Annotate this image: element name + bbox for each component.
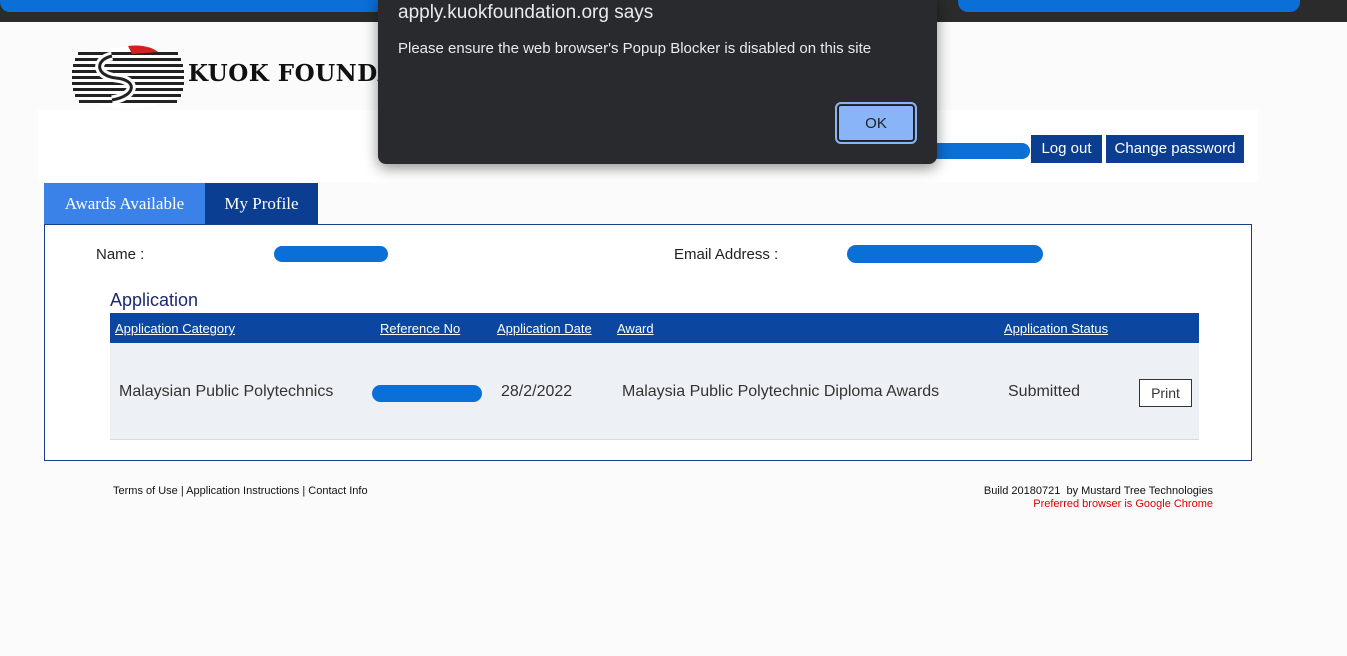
footer-links: Terms of Use | Application Instructions … [113,485,368,497]
redacted-reference-no [372,385,482,402]
alert-dialog: apply.kuokfoundation.org says Please ens… [378,0,937,164]
column-header-application-category[interactable]: Application Category [115,321,235,336]
logo-emblem-icon [72,45,184,109]
dialog-ok-button[interactable]: OK [835,102,917,144]
application-instructions-link[interactable]: Application Instructions [186,485,299,497]
column-header-application-date[interactable]: Application Date [497,321,592,336]
change-password-button[interactable]: Change password [1106,135,1244,163]
contact-info-link[interactable]: Contact Info [308,485,367,497]
dialog-title: apply.kuokfoundation.org says [398,2,654,23]
footer-separator: | [302,485,306,497]
name-label: Name : [96,246,145,263]
redacted-name-value [274,246,388,262]
footer-build-info: Build 20180721 by Mustard Tree Technolog… [984,485,1213,510]
column-header-award[interactable]: Award [617,321,654,336]
column-header-reference-no[interactable]: Reference No [380,321,460,336]
terms-of-use-link[interactable]: Terms of Use [113,485,178,497]
column-header-application-status[interactable]: Application Status [1004,321,1108,336]
build-text: Build 20180721 by Mustard Tree Technolog… [983,485,1213,497]
tab-my-profile[interactable]: My Profile [205,183,318,224]
tab-awards-available[interactable]: Awards Available [44,183,205,224]
preferred-browser-text: Preferred browser is Google Chrome [1033,498,1213,510]
redaction-mark [0,0,385,12]
print-button[interactable]: Print [1139,379,1192,407]
cell-award: Malaysia Public Polytechnic Diploma Awar… [622,383,940,400]
cell-application-status: Submitted [1008,383,1081,400]
redaction-mark [958,0,1300,12]
application-table-header: Application Category Reference No Applic… [110,313,1199,343]
cell-application-category: Malaysian Public Polytechnics [119,383,334,400]
redacted-username [930,143,1030,159]
email-label: Email Address : [674,246,779,263]
redacted-email-value [847,245,1043,263]
footer-separator: | [180,485,184,497]
kuok-foundation-logo: KUOK FOUNDAT [72,42,412,110]
dialog-message: Please ensure the web browser's Popup Bl… [398,40,872,57]
application-section-title: Application [110,290,199,310]
table-row: Malaysian Public Polytechnics 28/2/2022 … [110,343,1199,440]
cell-application-date: 28/2/2022 [501,383,573,400]
logout-button[interactable]: Log out [1031,135,1102,163]
